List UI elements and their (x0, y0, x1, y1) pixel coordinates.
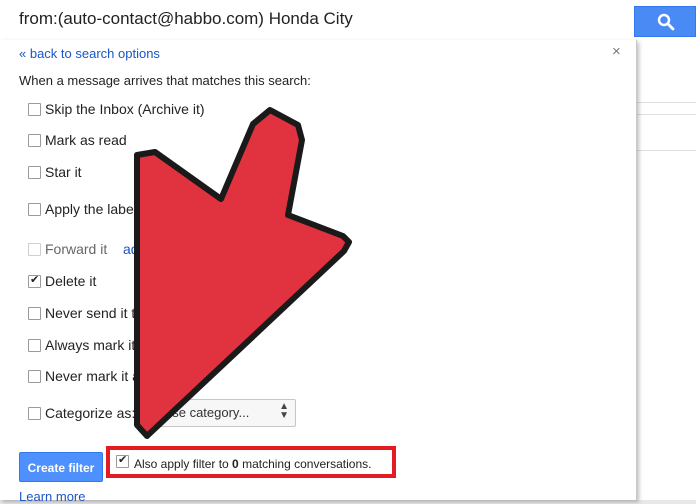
learn-more-link[interactable]: Learn more (19, 489, 85, 504)
also-apply-prefix: Also apply filter to (134, 457, 233, 471)
create-filter-button[interactable]: Create filter (19, 452, 103, 482)
red-arrow-graphic (134, 107, 352, 439)
also-apply-checkbox[interactable] (116, 453, 129, 468)
also-apply-suffix: matching conversations. (238, 457, 372, 471)
arrow-shape (134, 107, 352, 439)
also-apply-count: 0 (232, 457, 239, 471)
also-apply-label: Also apply filter to 0 matching conversa… (134, 457, 371, 471)
